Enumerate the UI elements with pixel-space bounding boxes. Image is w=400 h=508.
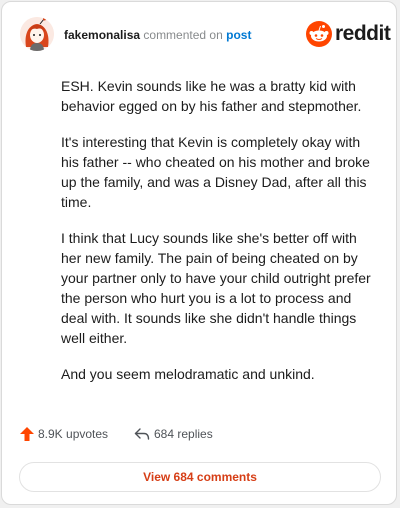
action-text: commented on [143, 28, 223, 42]
comment-paragraph: ESH. Kevin sounds like he was a bratty k… [61, 78, 362, 114]
username[interactable]: fakemonalisa [64, 28, 140, 42]
upvote-stat[interactable]: 8.9K upvotes [20, 427, 108, 441]
reply-stat[interactable]: 684 replies [134, 427, 213, 441]
comment-paragraph: I think that Lucy sounds like she's bett… [61, 230, 371, 346]
comment-paragraph: It's interesting that Kevin is completel… [61, 134, 370, 210]
avatar-image [20, 17, 54, 51]
reddit-wordmark: reddit [335, 22, 391, 45]
reddit-snoo-icon [306, 21, 332, 47]
comment-header: fakemonalisa commented on post reddit [20, 17, 391, 53]
comment-paragraph: And you seem melodramatic and unkind. [61, 366, 315, 382]
upvote-count: 8.9K upvotes [38, 427, 109, 441]
upvote-arrow-icon [20, 427, 34, 441]
reply-arrow-icon [134, 428, 150, 440]
view-comments-button[interactable]: View 684 comments [19, 462, 381, 492]
post-link[interactable]: post [226, 28, 251, 42]
comment-card: fakemonalisa commented on post reddit ES… [1, 1, 397, 505]
avatar[interactable] [20, 17, 54, 51]
reply-count: 684 replies [154, 427, 213, 441]
comment-body: ESH. Kevin sounds like he was a bratty k… [61, 76, 373, 400]
reddit-logo[interactable]: reddit [306, 21, 391, 47]
byline: fakemonalisa commented on post [64, 28, 251, 42]
